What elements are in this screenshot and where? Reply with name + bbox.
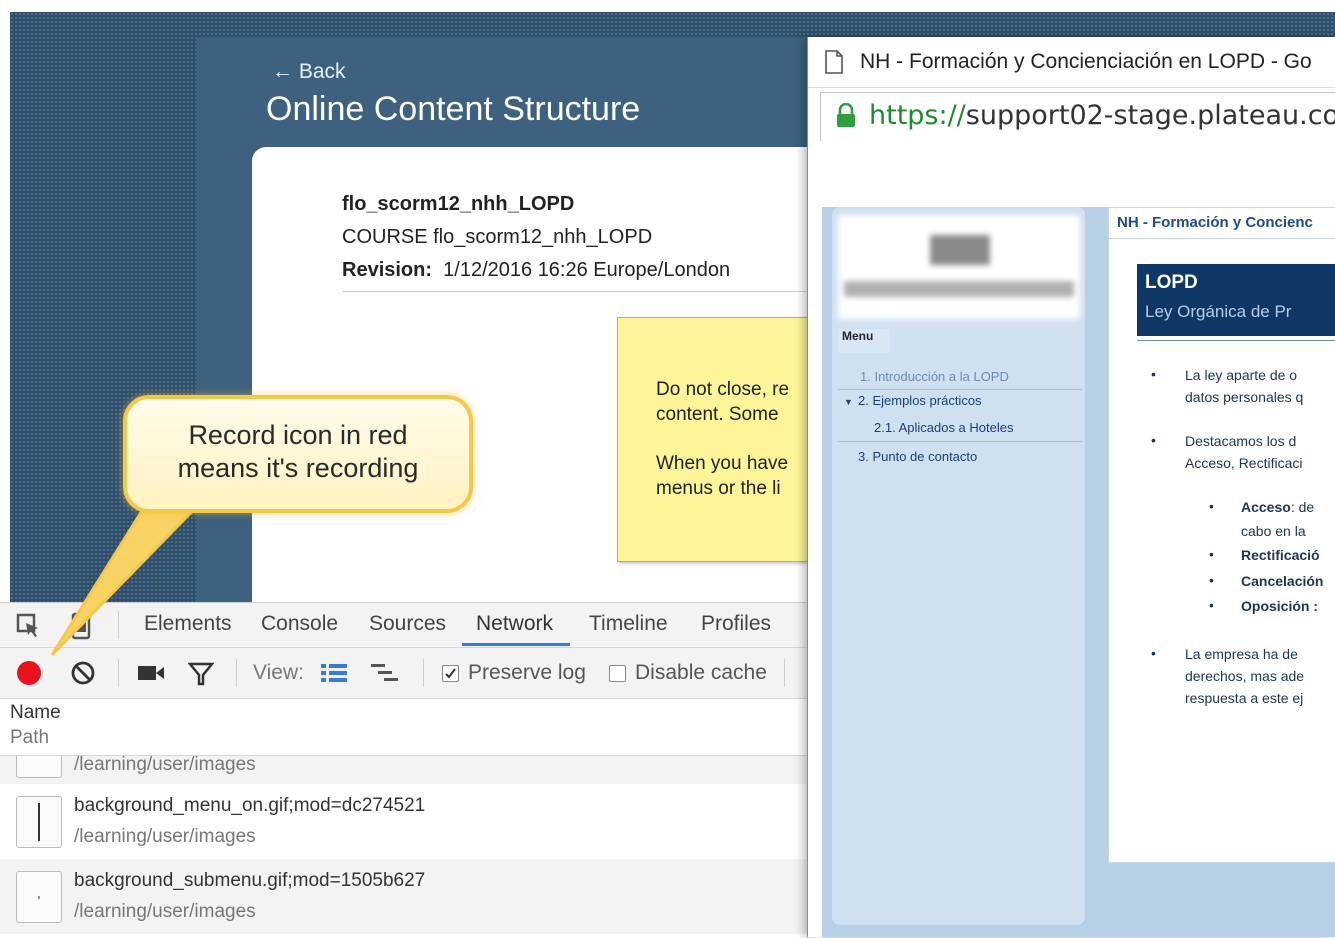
table-row[interactable]: background_menu_on.gif;mod=dc274521 /lea… bbox=[0, 784, 812, 859]
window-title: NH - Formación y Concienciación en LOPD … bbox=[860, 50, 1312, 73]
divider bbox=[838, 389, 1082, 390]
body-text: Destacamos los d bbox=[1185, 433, 1297, 449]
bullet: • bbox=[1209, 546, 1214, 562]
bullet: • bbox=[1209, 597, 1214, 613]
company-logo bbox=[838, 215, 1080, 319]
url-host: support02-stage.plateau.cor bbox=[965, 100, 1335, 131]
divider bbox=[838, 441, 1082, 442]
request-path: /learning/user/images bbox=[74, 901, 256, 922]
page-icon bbox=[824, 50, 844, 79]
popup-window: NH - Formación y Concienciación en LOPD … bbox=[807, 37, 1335, 937]
body-text: Acceso, Rectificaci bbox=[1185, 455, 1303, 471]
bullet: • bbox=[1209, 572, 1214, 588]
bullet: • bbox=[1209, 498, 1214, 514]
bullet: • bbox=[1151, 645, 1156, 661]
callout-line: Record icon in red bbox=[188, 420, 408, 450]
bullet: • bbox=[1151, 366, 1156, 382]
sticky-note-line: When you have bbox=[656, 453, 789, 474]
menu-item-hotels[interactable]: 2.1. Aplicados a Hoteles bbox=[874, 420, 1013, 435]
divider bbox=[1137, 340, 1335, 341]
sticky-note-line: content. Some bbox=[656, 404, 779, 425]
term-access: Acceso bbox=[1241, 499, 1291, 515]
body-text: derechos, mas ade bbox=[1185, 668, 1305, 684]
file-icon bbox=[16, 871, 62, 923]
callout-line: means it's recording bbox=[177, 453, 419, 483]
body-text: : de bbox=[1290, 499, 1315, 515]
tab-profiles[interactable]: Profiles bbox=[701, 612, 771, 636]
request-path: /learning/user/images bbox=[74, 826, 256, 847]
course-menu-panel: Menu 1. Introducción a la LOPD ▼ 2. Ejem… bbox=[832, 207, 1085, 925]
lock-icon bbox=[835, 102, 857, 134]
window-titlebar: NH - Formación y Concienciación en LOPD … bbox=[808, 37, 1335, 88]
tab-timeline[interactable]: Timeline bbox=[589, 612, 668, 636]
address-bar[interactable]: https://support02-stage.plateau.cor bbox=[820, 92, 1335, 142]
body-text: La ley aparte de o bbox=[1185, 367, 1298, 383]
lesson-banner: LOPD Ley Orgánica de Pr bbox=[1137, 264, 1335, 336]
bullet: • bbox=[1151, 432, 1156, 448]
column-header-name[interactable]: Name bbox=[10, 702, 61, 724]
request-name: background_submenu.gif;mod=1505b627 bbox=[74, 870, 426, 891]
course-title: NH - Formación y Concienc bbox=[1117, 214, 1313, 231]
sticky-note: Do not close, re content. Some When you … bbox=[617, 317, 819, 562]
term-opposition: Oposición : bbox=[1241, 598, 1318, 614]
term-cancellation: Cancelación bbox=[1241, 573, 1324, 589]
file-icon bbox=[16, 756, 62, 778]
body-text: cabo en la bbox=[1241, 523, 1306, 539]
file-icon bbox=[16, 796, 62, 848]
expand-arrow-icon[interactable]: ▼ bbox=[844, 397, 853, 407]
course-player: Menu 1. Introducción a la LOPD ▼ 2. Ejem… bbox=[822, 207, 1335, 937]
table-row[interactable]: background_submenu.gif;mod=1505b627 /lea… bbox=[0, 859, 812, 934]
course-content: NH - Formación y Concienc LOPD Ley Orgán… bbox=[1108, 207, 1335, 863]
body-text: datos personales q bbox=[1185, 389, 1304, 405]
banner-title: LOPD bbox=[1145, 272, 1198, 293]
menu-item-contact[interactable]: 3. Punto de contacto bbox=[858, 449, 977, 464]
request-name: background_menu_on.gif;mod=dc274521 bbox=[74, 795, 426, 816]
request-path: /learning/user/images bbox=[74, 756, 256, 775]
body-text: Acceso: de bbox=[1241, 496, 1314, 518]
requests-header[interactable]: Name Path bbox=[0, 699, 812, 756]
menu-item-intro[interactable]: 1. Introducción a la LOPD bbox=[860, 369, 1009, 384]
disable-cache-label[interactable]: Disable cache bbox=[635, 661, 767, 685]
disable-cache-checkbox[interactable] bbox=[609, 665, 626, 682]
body-text: La empresa ha de bbox=[1185, 646, 1298, 662]
callout-pointer bbox=[50, 496, 209, 657]
url-scheme: https:// bbox=[869, 100, 966, 131]
body-text: respuesta a este ej bbox=[1185, 690, 1304, 706]
banner-subtitle: Ley Orgánica de Pr bbox=[1145, 302, 1292, 321]
term-rectification: Rectificació bbox=[1241, 547, 1320, 563]
url-text[interactable]: https://support02-stage.plateau.cor bbox=[869, 100, 1335, 131]
sticky-note-line: Do not close, re bbox=[656, 379, 790, 400]
column-header-path[interactable]: Path bbox=[10, 727, 49, 749]
table-row[interactable]: /learning/user/images bbox=[0, 756, 812, 784]
toolbar-separator bbox=[784, 659, 785, 687]
menu-item-examples[interactable]: 2. Ejemplos prácticos bbox=[858, 393, 982, 408]
divider bbox=[1109, 238, 1335, 239]
annotation-callout: Record icon in red means it's recording bbox=[123, 395, 473, 513]
sticky-note-line: menus or the li bbox=[656, 478, 781, 499]
menu-tab[interactable]: Menu bbox=[838, 329, 890, 353]
